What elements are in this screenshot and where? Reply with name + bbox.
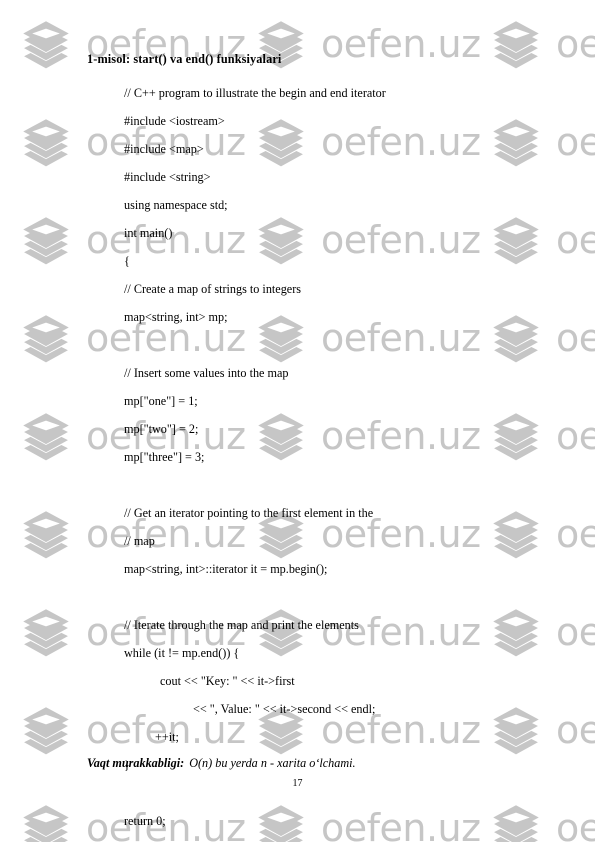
code-line: // Iterate through the map and print the… bbox=[124, 618, 359, 632]
code-line: while (it != mp.end()) { bbox=[124, 646, 240, 660]
code-line: mp["three"] = 3; bbox=[124, 450, 205, 464]
page-number: 17 bbox=[292, 778, 303, 789]
code-line: { bbox=[124, 254, 130, 268]
code-line: // map bbox=[124, 534, 155, 548]
code-line: using namespace std; bbox=[124, 198, 228, 212]
code-line: ++it; bbox=[155, 730, 179, 744]
complexity-note: Vaqt murakkabligi: O(n) bu yerda n - xari… bbox=[87, 756, 356, 771]
code-block: // C++ program to illustrate the begin a… bbox=[124, 79, 574, 842]
code-line: return 0; bbox=[124, 814, 166, 828]
code-line: #include <map> bbox=[124, 142, 204, 156]
code-line: map<string, int> mp; bbox=[124, 310, 228, 324]
code-line: // Create a map of strings to integers bbox=[124, 282, 302, 296]
code-line: int main() bbox=[124, 226, 173, 240]
document-page: oefen.uz oefen.uz oefen.uz oefen.uz oefe… bbox=[0, 0, 595, 842]
complexity-value: O(n) bu yerda n - xarita o‘lchami. bbox=[189, 756, 356, 770]
code-line: // Insert some values into the map bbox=[124, 366, 289, 380]
code-line: mp["one"] = 1; bbox=[124, 394, 198, 408]
page-title: 1-misol: start() va end() funksiyalari bbox=[87, 52, 282, 66]
code-line: } bbox=[124, 835, 574, 842]
code-line: #include <string> bbox=[124, 170, 211, 184]
code-line: mp["two"] = 2; bbox=[124, 422, 199, 436]
code-line: // Get an iterator pointing to the first… bbox=[124, 506, 374, 520]
code-line: // C++ program to illustrate the begin a… bbox=[124, 86, 386, 100]
code-line: cout << "Key: " << it->first bbox=[160, 674, 295, 688]
document-content: 1-misol: start() va end() funksiyalari /… bbox=[0, 0, 595, 842]
code-line: << ", Value: " << it->second << endl; bbox=[193, 702, 376, 716]
code-line: #include <iostream> bbox=[124, 114, 225, 128]
complexity-label: Vaqt murakkabligi: bbox=[87, 756, 185, 770]
code-line: map<string, int>::iterator it = mp.begin… bbox=[124, 562, 328, 576]
